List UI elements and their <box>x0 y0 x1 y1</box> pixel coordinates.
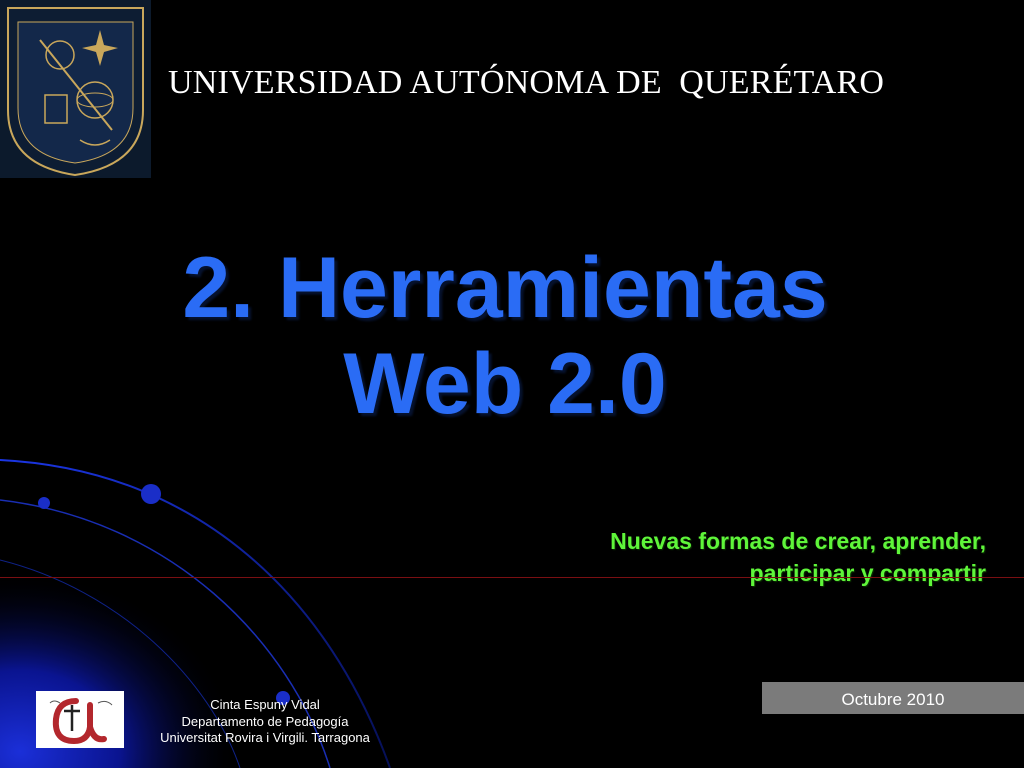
author-credits: Cinta Espuny Vidal Departamento de Pedag… <box>140 697 390 747</box>
date-badge: Octubre 2010 <box>762 682 1024 714</box>
subtitle: Nuevas formas de crear, aprender, partic… <box>386 525 986 589</box>
author-name: Cinta Espuny Vidal <box>210 697 320 712</box>
author-institution-logo <box>36 691 124 748</box>
background-dot <box>141 484 161 504</box>
main-title: 2. Herramientas Web 2.0 <box>0 240 1010 432</box>
author-university: Universitat Rovira i Virgili. Tarragona <box>160 730 370 745</box>
background-dot <box>38 497 50 509</box>
main-title-line-1: 2. Herramientas <box>182 240 828 336</box>
author-department: Departamento de Pedagogía <box>181 713 349 729</box>
divider-line <box>0 577 1024 578</box>
university-seal-logo <box>0 0 151 178</box>
subtitle-line-2: participar y compartir <box>749 560 986 586</box>
subtitle-line-1: Nuevas formas de crear, aprender, <box>610 528 986 554</box>
main-title-line-2: Web 2.0 <box>343 336 667 432</box>
slide: UNIVERSIDAD AUTÓNOMA DE QUERÉTARO 2. Her… <box>0 0 1024 768</box>
university-title: UNIVERSIDAD AUTÓNOMA DE QUERÉTARO <box>168 64 885 101</box>
